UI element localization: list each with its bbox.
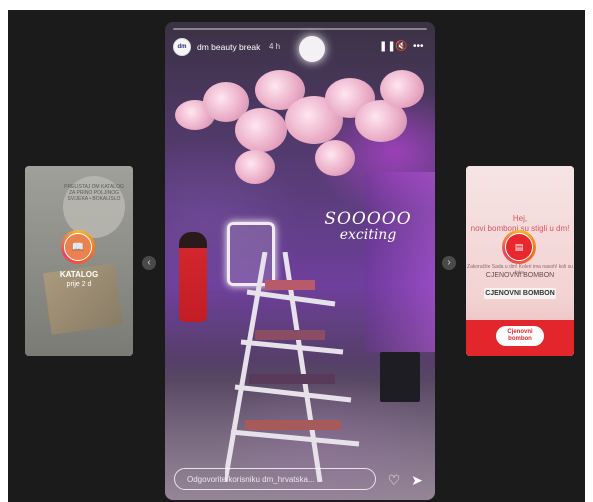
account-avatar[interactable]: dm [173,38,191,56]
next-story-card[interactable]: Hej, novi bomboni su stigli u dm! ▤ Zako… [466,166,574,356]
reply-input[interactable] [174,468,376,490]
avatar: ▤ [505,233,533,261]
preview-username: KATALOG [59,270,99,279]
promo-text: PRELISTAJ dm KATALOG ZA PRINO POLJINOG S… [64,184,124,202]
previous-story-card[interactable]: PRELISTAJ dm KATALOG ZA PRINO POLJINOG S… [25,166,133,356]
preview-time: prije 2 d [66,281,92,288]
candy-sticker: Cjenovni bombon [496,326,544,346]
story-time: 4 h [269,42,281,51]
story-sticker-text: SOOOOO exciting [323,210,413,243]
more-icon[interactable]: ••• [413,41,424,53]
story-progress-bar [173,28,427,30]
account-name[interactable]: dm beauty break [197,42,260,52]
speaker-stand [380,352,420,402]
story-header: dm dm beauty break 4 h ❚❚ 🔇 ••• [173,36,427,58]
preview-label: CJENOVNI BOMBON [485,272,555,279]
preview-tag: CJENOVNI BOMBON [484,288,556,299]
flower-arrangement [175,60,425,190]
chevron-left-icon[interactable]: ‹ [142,256,156,270]
chevron-right-icon[interactable]: › [442,256,456,270]
sticker-line-2: exciting [339,227,397,243]
active-story[interactable]: SOOOOO exciting dm dm beauty break 4 h ❚… [165,22,435,500]
heart-icon[interactable]: ♡ [386,472,402,488]
mute-icon[interactable]: 🔇 [395,41,407,53]
avatar: 📖 [64,233,92,261]
send-icon[interactable]: ➤ [409,472,425,488]
story-viewer: PRELISTAJ dm KATALOG ZA PRINO POLJINOG S… [8,10,585,502]
preview-headline: Hej, [512,214,528,223]
woman-in-red [179,232,207,322]
sticker-line-1: SOOOOO [324,209,412,229]
display-ladder [225,252,360,482]
pause-icon[interactable]: ❚❚ [379,41,396,53]
